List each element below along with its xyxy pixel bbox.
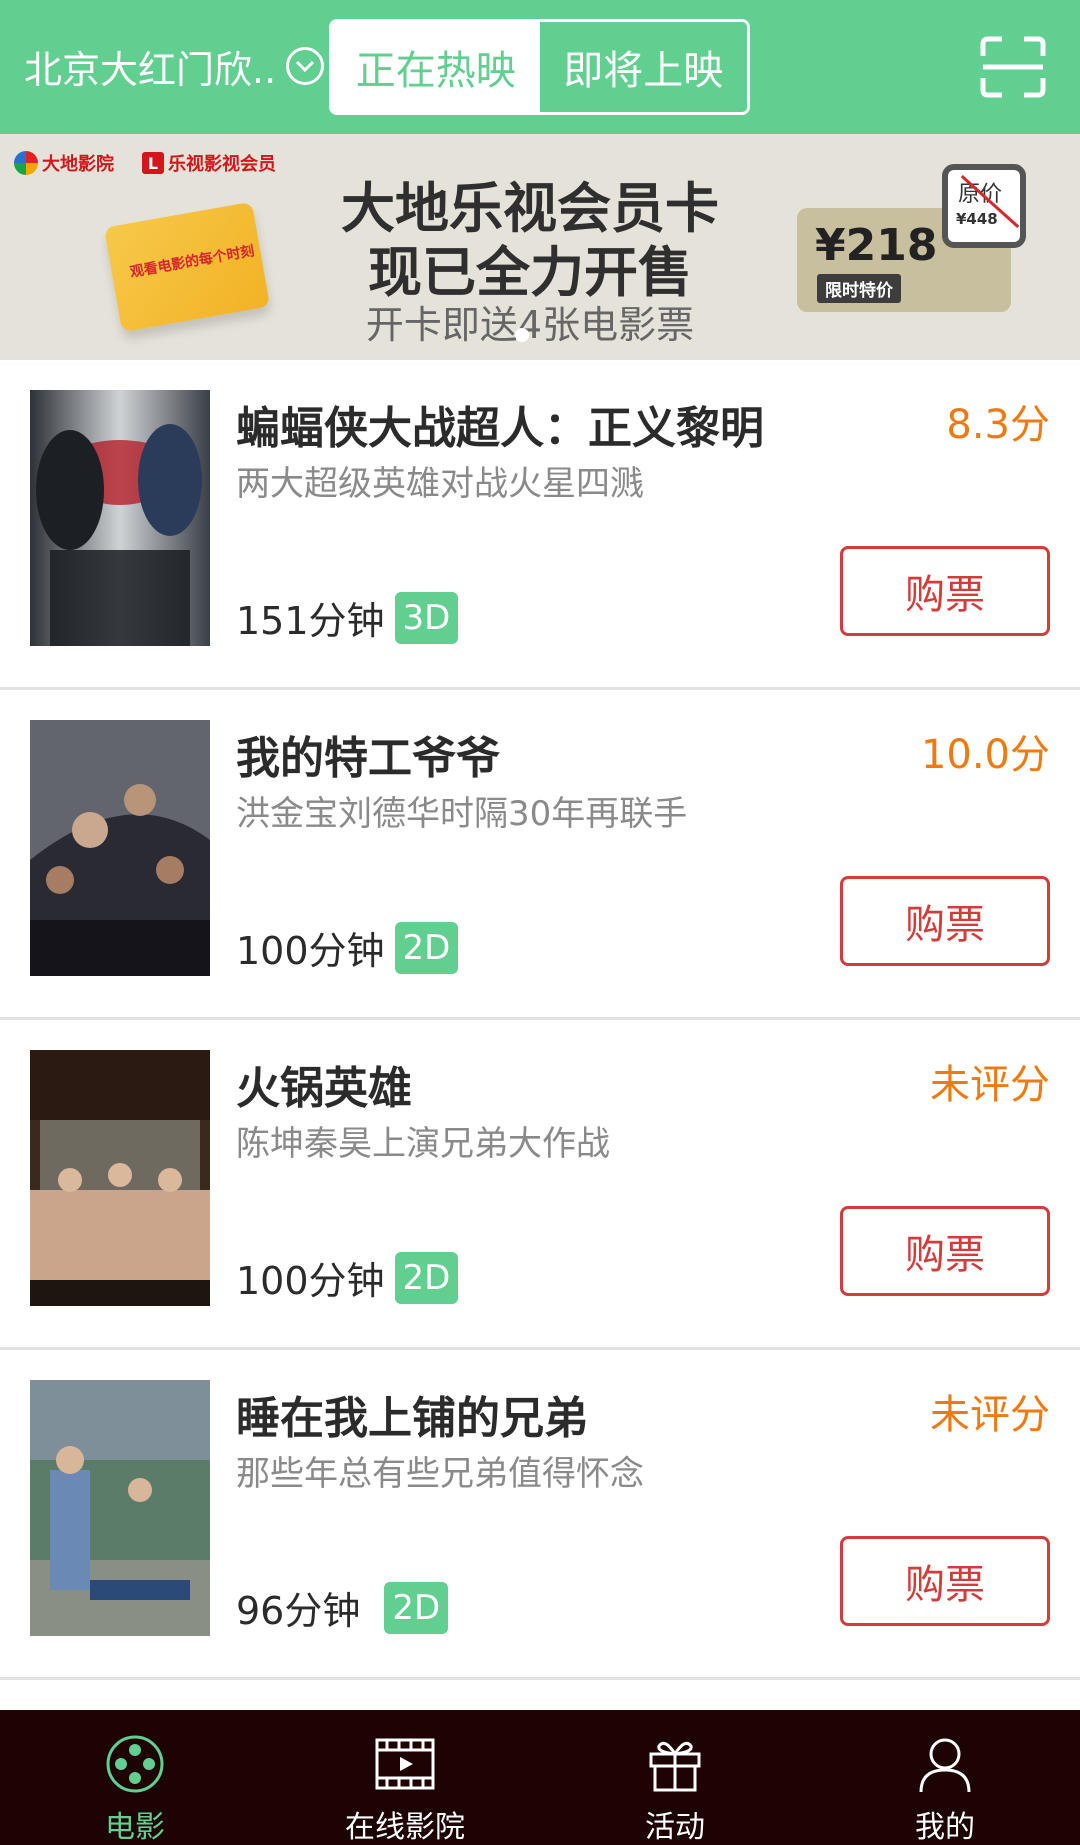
nav-item-movies[interactable]: 电影 [0,1710,270,1845]
brand-dadi: 大地影院 [14,150,114,176]
top-bar: 北京大红门欣.. 正在热映 即将上映 [0,0,1080,134]
buy-ticket-button[interactable]: 购票 [840,1536,1050,1626]
city-name: 北京大红门欣.. [24,47,277,92]
buy-ticket-button[interactable]: 购票 [840,876,1050,966]
movie-score: 8.3分 [946,402,1050,448]
city-selector[interactable]: 北京大红门欣.. [24,38,325,94]
nav-label: 在线影院 [345,1810,465,1845]
buy-ticket-button[interactable]: 购票 [840,546,1050,636]
scan-button[interactable] [980,36,1046,98]
movie-description: 陈坤秦昊上演兄弟大作战 [236,1124,610,1164]
movie-meta: 100分钟 2D [236,920,459,975]
movie-description: 那些年总有些兄弟值得怀念 [236,1454,644,1494]
screen: 北京大红门欣.. 正在热映 即将上映 大地影院 L 乐视影视会员 观看电影的每个… [0,0,1080,1845]
nav-item-events[interactable]: 活动 [540,1710,810,1845]
movie-duration: 96分钟 [236,1589,361,1633]
movie-item[interactable]: 睡在我上铺的兄弟 未评分 那些年总有些兄弟值得怀念 96分钟 2D 购票 [0,1350,1080,1680]
tab-now-showing[interactable]: 正在热映 [332,22,540,112]
gift-icon [649,1741,701,1792]
scan-icon [980,36,1046,98]
buy-ticket-button[interactable]: 购票 [840,1206,1050,1296]
movie-title: 火锅英雄 [236,1063,412,1114]
movie-meta: 96分钟 2D [236,1580,449,1635]
movie-score: 未评分 [930,1392,1050,1438]
format-badge: 2D [384,1581,449,1634]
banner-subtitle: 开卡即送4张电影票 [365,303,695,347]
bottom-nav: 电影 在线影院 活动 我的 [0,1710,1080,1845]
original-price-box: 原价 ¥448 [942,164,1026,248]
original-price: ¥448 [956,210,998,228]
movie-title: 睡在我上铺的兄弟 [236,1393,588,1444]
film-reel-icon [106,1735,164,1793]
chevron-down-icon [286,47,325,85]
brand-dadi-label: 大地影院 [42,154,114,175]
brand-letv: L 乐视影视会员 [142,150,276,176]
sale-price: ¥218 [815,220,938,271]
nav-item-online-cinema[interactable]: 在线影院 [270,1710,540,1845]
nav-label: 电影 [105,1810,165,1845]
carousel-indicator [515,328,529,342]
movie-meta: 151分钟 3D [236,590,459,645]
promo-banner[interactable]: 大地影院 L 乐视影视会员 观看电影的每个时刻 大地乐视会员卡 现已全力开售 开… [0,134,1080,360]
member-card-text: 观看电影的每个时刻 [128,243,256,281]
movie-score: 未评分 [930,1062,1050,1108]
movie-duration: 100分钟 [236,929,385,973]
nav-item-mine[interactable]: 我的 [810,1710,1080,1845]
movie-item[interactable]: 我的特工爷爷 10.0分 洪金宝刘德华时隔30年再联手 100分钟 2D 购票 [0,690,1080,1020]
carousel-dot[interactable] [515,328,529,342]
movie-meta: 100分钟 2D [236,1250,459,1305]
movie-title: 蝙蝠侠大战超人：正义黎明 [236,403,764,454]
movie-duration: 100分钟 [236,1259,385,1303]
video-play-icon [375,1738,435,1790]
nav-label: 活动 [645,1810,705,1845]
format-badge: 3D [394,591,459,644]
tab-coming-soon[interactable]: 即将上映 [539,22,747,112]
nav-label: 我的 [915,1810,975,1845]
brand-letv-label: 乐视影视会员 [168,154,276,175]
showing-segmented-control: 正在热映 即将上映 [329,19,750,115]
sale-tag: 限时特价 [817,274,901,303]
user-icon [919,1738,971,1793]
movie-title: 我的特工爷爷 [236,733,500,784]
movie-duration: 151分钟 [236,599,385,643]
format-badge: 2D [394,1251,459,1304]
member-card-image: 观看电影的每个时刻 [103,201,271,333]
movie-description: 两大超级英雄对战火星四溅 [236,464,644,504]
movie-poster[interactable] [30,1050,210,1306]
movie-poster[interactable] [30,720,210,976]
movie-score: 10.0分 [920,732,1050,778]
movie-description: 洪金宝刘德华时隔30年再联手 [236,794,688,834]
dadi-logo-icon [14,151,38,175]
movie-poster[interactable] [30,1380,210,1636]
movie-poster[interactable] [30,390,210,646]
format-badge: 2D [394,921,459,974]
letv-logo-icon: L [142,152,164,174]
movie-item[interactable]: 火锅英雄 未评分 陈坤秦昊上演兄弟大作战 100分钟 2D 购票 [0,1020,1080,1350]
movie-item[interactable]: 蝙蝠侠大战超人：正义黎明 8.3分 两大超级英雄对战火星四溅 151分钟 3D … [0,360,1080,690]
